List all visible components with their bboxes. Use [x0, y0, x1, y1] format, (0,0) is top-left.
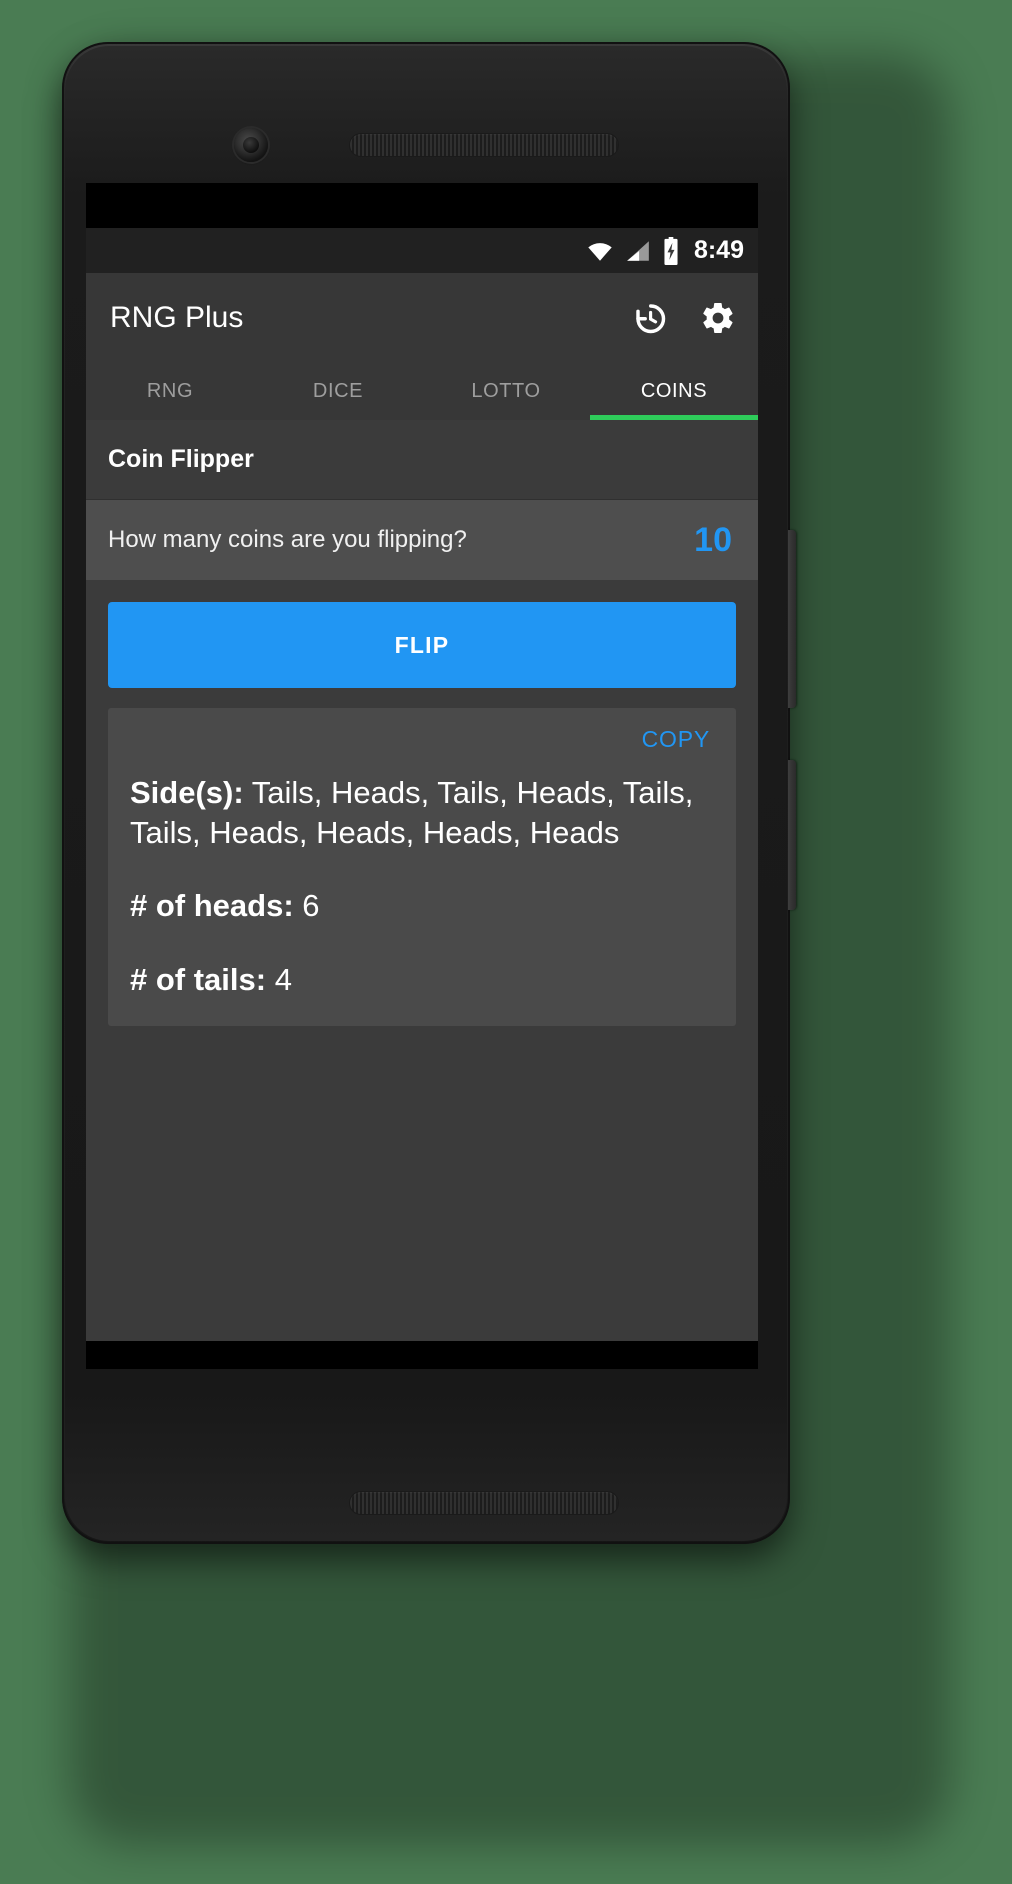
section-header: Coin Flipper — [86, 420, 758, 500]
app-bar: RNG Plus — [86, 273, 758, 363]
volume-rocker[interactable] — [788, 530, 796, 708]
speaker-grille-icon-top — [350, 134, 618, 156]
sides-result-line: Side(s): Tails, Heads, Tails, Heads, Tai… — [130, 773, 714, 852]
tab-coins[interactable]: COINS — [590, 363, 758, 420]
page-title: RNG Plus — [110, 301, 244, 334]
phone-screen: 8:49 RNG Plus RNG DICE LOTTO COINS Coin … — [86, 183, 758, 1369]
copy-button[interactable]: COPY — [638, 724, 714, 755]
heads-value: 6 — [302, 888, 320, 924]
android-status-bar: 8:49 — [86, 228, 758, 273]
front-camera-icon — [234, 128, 268, 162]
gear-icon[interactable] — [700, 300, 736, 336]
app-bar-actions — [632, 300, 736, 336]
screen-top-black-band — [86, 183, 758, 228]
tails-value: 4 — [274, 962, 292, 998]
tab-bar: RNG DICE LOTTO COINS — [86, 363, 758, 420]
tab-dice[interactable]: DICE — [254, 363, 422, 420]
tab-rng[interactable]: RNG — [86, 363, 254, 420]
battery-charging-icon — [661, 236, 681, 265]
heads-count-line: # of heads: 6 — [130, 886, 714, 926]
wifi-icon — [585, 238, 615, 264]
flip-button[interactable]: FLIP — [108, 602, 736, 688]
page-root: 8:49 RNG Plus RNG DICE LOTTO COINS Coin … — [0, 0, 1012, 1884]
coin-count-label: How many coins are you flipping? — [108, 526, 467, 553]
coin-count-row[interactable]: How many coins are you flipping? 10 — [86, 500, 758, 580]
section-title: Coin Flipper — [108, 445, 254, 473]
coin-count-value[interactable]: 10 — [694, 521, 732, 560]
tab-lotto[interactable]: LOTTO — [422, 363, 590, 420]
history-restore-icon[interactable] — [632, 300, 668, 336]
cell-signal-icon — [624, 238, 652, 264]
heads-label: # of heads: — [130, 888, 294, 924]
status-bar-clock: 8:49 — [693, 236, 744, 264]
screen-bottom-black-band — [86, 1341, 758, 1369]
tails-label: # of tails: — [130, 962, 267, 998]
speaker-grille-icon-bottom — [350, 1492, 618, 1514]
results-container: COPY Side(s): Tails, Heads, Tails, Heads… — [86, 688, 758, 1026]
power-button[interactable] — [788, 760, 796, 910]
flip-button-container: FLIP — [86, 580, 758, 688]
sides-label: Side(s): — [130, 775, 244, 810]
copy-row: COPY — [130, 724, 714, 755]
main-content: Coin Flipper How many coins are you flip… — [86, 420, 758, 1369]
results-card: COPY Side(s): Tails, Heads, Tails, Heads… — [108, 708, 736, 1026]
tails-count-line: # of tails: 4 — [130, 960, 714, 1000]
